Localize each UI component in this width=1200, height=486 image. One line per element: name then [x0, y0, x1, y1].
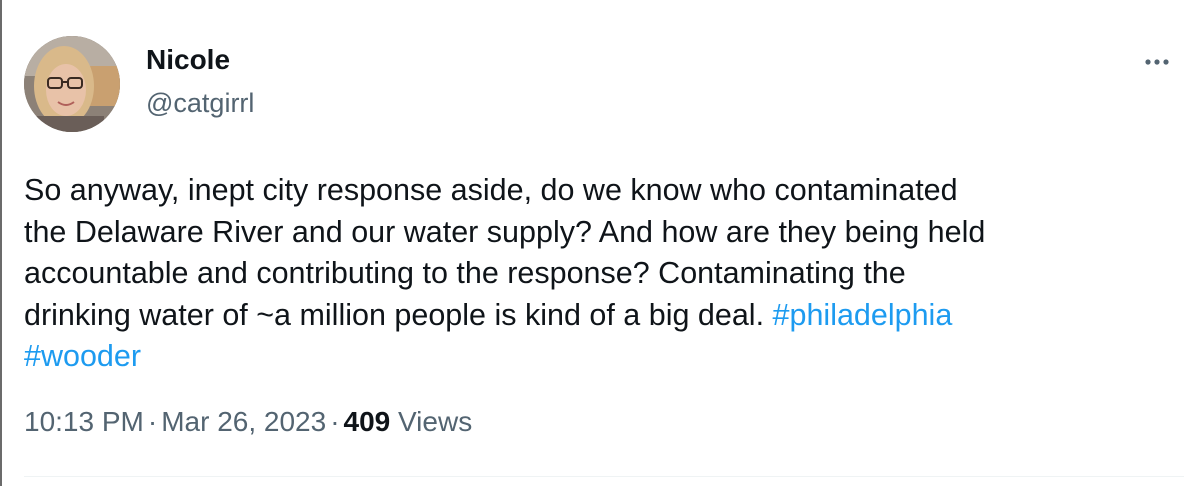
tweet-card: Nicole @catgirrl So anyway, inept city r… [0, 0, 1200, 486]
tweet-text-line: #wooder [24, 336, 1174, 378]
tweet-date[interactable]: Mar 26, 2023 [161, 406, 326, 437]
divider [24, 476, 1184, 477]
views-count: 409 [343, 406, 391, 437]
avatar[interactable] [24, 36, 120, 132]
tweet-text-line: accountable and contributing to the resp… [24, 256, 906, 290]
meta-separator: · [147, 406, 158, 437]
tweet-text-line: the Delaware River and our water supply?… [24, 214, 986, 249]
tweet-text-line: So anyway, inept city response aside, do… [24, 173, 958, 207]
tweet-text: So anyway, inept city response aside, do… [24, 170, 1174, 378]
avatar-image [24, 36, 120, 132]
display-name[interactable]: Nicole [146, 44, 230, 76]
tweet-text-line: drinking water of ~a million people is k… [24, 295, 1174, 337]
more-horizontal-icon [1145, 59, 1169, 65]
hashtag-link[interactable]: #wooder [24, 339, 141, 373]
tweet-time[interactable]: 10:13 PM [24, 406, 144, 437]
views-label: Views [398, 406, 473, 437]
more-options-button[interactable] [1140, 44, 1180, 80]
tweet-meta: 10:13 PM · Mar 26, 2023 · 409 Views [24, 406, 472, 438]
meta-separator: · [330, 406, 340, 437]
tweet-text-segment: drinking water of ~a million people is k… [24, 297, 773, 332]
user-handle[interactable]: @catgirrl [146, 88, 254, 119]
hashtag-link[interactable]: #philadelphia [773, 298, 953, 332]
